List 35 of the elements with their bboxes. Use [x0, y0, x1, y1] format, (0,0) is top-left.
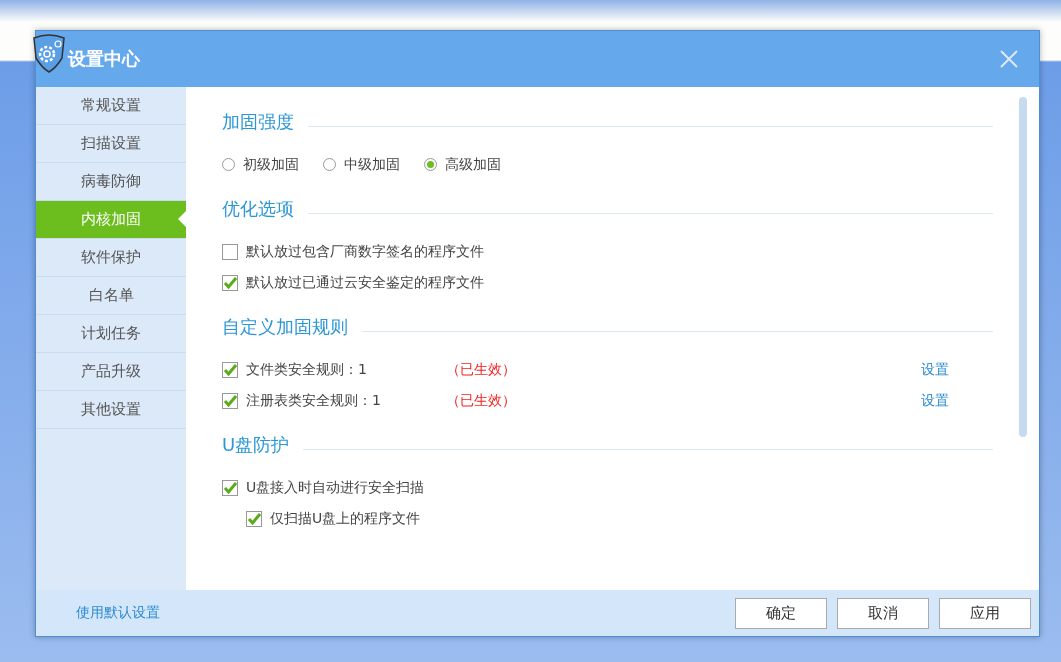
settings-link[interactable]: 设置	[921, 391, 949, 410]
section-title: 自定义加固规则	[222, 315, 348, 339]
checkbox-label: 默认放过已通过云安全鉴定的程序文件	[246, 273, 484, 292]
checkbox[interactable]	[222, 361, 238, 378]
status-text: （已生效）	[446, 391, 516, 410]
checkbox-label: 文件类安全规则：1	[246, 360, 368, 379]
checkbox-label: U盘接入时自动进行安全扫描	[246, 478, 425, 497]
sidebar-item[interactable]: 常规设置	[36, 87, 186, 125]
window-title: 设置中心	[68, 47, 141, 71]
radio-label: 高级加固	[445, 155, 501, 174]
radio-label: 初级加固	[243, 155, 299, 174]
section-title: 加固强度	[222, 110, 294, 134]
dialog-button[interactable]: 确定	[735, 597, 827, 629]
scrollbar-thumb[interactable]	[1019, 97, 1027, 437]
checkbox[interactable]	[222, 479, 238, 496]
dialog-button[interactable]: 应用	[939, 597, 1031, 629]
checkbox[interactable]	[246, 510, 262, 527]
checkbox-label: 默认放过包含厂商数字签名的程序文件	[246, 242, 484, 261]
settings-link[interactable]: 设置	[921, 360, 949, 379]
sidebar-item[interactable]: 软件保护	[36, 239, 186, 277]
checkbox[interactable]	[222, 243, 238, 260]
section-title: U盘防护	[222, 433, 290, 457]
sidebar-item[interactable]: 扫描设置	[36, 125, 186, 163]
checkbox[interactable]	[222, 274, 238, 291]
radio-label: 中级加固	[344, 155, 400, 174]
checkbox-label: 注册表类安全规则：1	[246, 391, 382, 410]
sidebar-item[interactable]: 白名单	[36, 277, 186, 315]
sidebar-item[interactable]: 产品升级	[36, 353, 186, 391]
dialog-button[interactable]: 取消	[837, 597, 929, 629]
sidebar-item[interactable]: 其他设置	[36, 391, 186, 429]
section-title: 优化选项	[222, 197, 294, 221]
checkbox-label: 仅扫描U盘上的程序文件	[270, 509, 421, 528]
checkbox[interactable]	[222, 392, 238, 409]
sidebar-item[interactable]: 计划任务	[36, 315, 186, 353]
status-text: （已生效）	[446, 360, 516, 379]
